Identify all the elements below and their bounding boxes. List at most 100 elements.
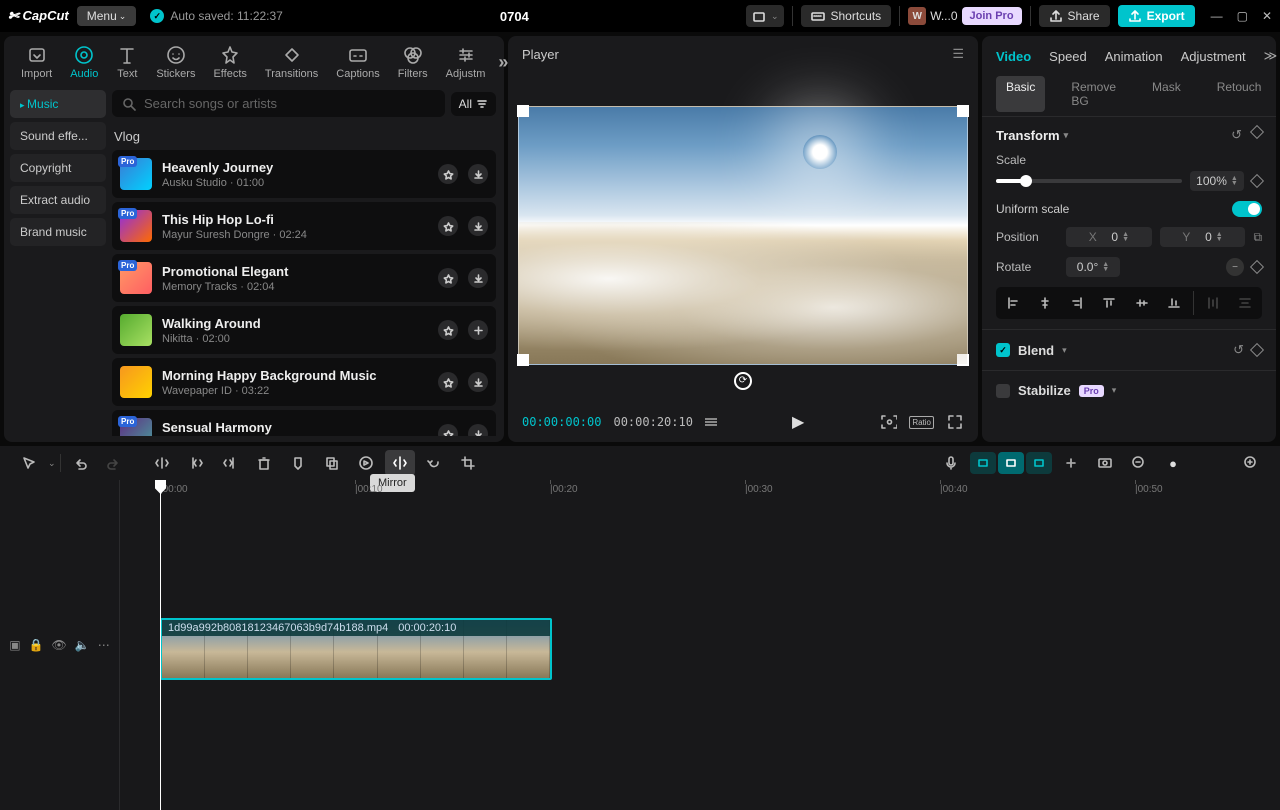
aspect-button[interactable]: ⌄ bbox=[746, 5, 785, 27]
filter-button[interactable]: All bbox=[451, 92, 496, 116]
player-menu-icon[interactable]: ☰ bbox=[952, 46, 964, 62]
tab-import[interactable]: Import bbox=[12, 42, 61, 82]
play-button[interactable]: ▶ bbox=[792, 412, 804, 432]
track-lock-icon[interactable]: 🔒 bbox=[29, 638, 44, 652]
delete-tool[interactable] bbox=[249, 450, 279, 476]
subtab-mask[interactable]: Mask bbox=[1142, 76, 1191, 112]
scale-slider[interactable] bbox=[996, 179, 1182, 183]
align-top[interactable] bbox=[1096, 291, 1122, 315]
project-title[interactable]: 0704 bbox=[291, 9, 738, 24]
track-mute-icon[interactable]: 🔈 bbox=[75, 638, 90, 652]
ratio-button[interactable]: Ratio bbox=[909, 416, 934, 429]
zoom-out-button[interactable] bbox=[1124, 450, 1154, 476]
time-ruler[interactable]: |00:00|00:10|00:20|00:30|00:40|00:50 bbox=[120, 480, 1280, 502]
scale-value-input[interactable]: 100%▲▼ bbox=[1190, 171, 1244, 191]
focus-icon[interactable] bbox=[879, 413, 897, 431]
align-right[interactable] bbox=[1064, 291, 1090, 315]
mirror-button[interactable]: − bbox=[1226, 258, 1244, 276]
mic-button[interactable] bbox=[936, 450, 966, 476]
favorite-button[interactable] bbox=[438, 268, 458, 288]
align-vcenter[interactable] bbox=[1129, 291, 1155, 315]
tab-adjustm[interactable]: Adjustm bbox=[437, 42, 495, 82]
keyframe-scale[interactable] bbox=[1250, 174, 1264, 188]
sidecat-extract[interactable]: Extract audio bbox=[10, 186, 106, 214]
sidecat-brand[interactable]: Brand music bbox=[10, 218, 106, 246]
undo-button[interactable] bbox=[65, 450, 95, 476]
fullscreen-icon[interactable] bbox=[946, 413, 964, 431]
uniform-scale-toggle[interactable] bbox=[1232, 201, 1262, 217]
track-more-icon[interactable]: ⋯ bbox=[98, 638, 110, 652]
keyframe-blend[interactable] bbox=[1250, 343, 1264, 357]
menu-button[interactable]: Menu ⌄ bbox=[77, 6, 137, 26]
duplicate-tool[interactable] bbox=[317, 450, 347, 476]
join-pro-badge[interactable]: Join Pro bbox=[962, 7, 1022, 25]
song-row[interactable]: Pro This Hip Hop Lo-fi Mayur Suresh Dong… bbox=[112, 202, 496, 250]
itab-speed[interactable]: Speed bbox=[1049, 49, 1087, 64]
magnet-1[interactable] bbox=[970, 452, 996, 474]
subtab-basic[interactable]: Basic bbox=[996, 76, 1045, 112]
download-button[interactable] bbox=[468, 164, 488, 184]
download-button[interactable] bbox=[468, 372, 488, 392]
song-row[interactable]: Walking Around Nikitta · 02:00 bbox=[112, 306, 496, 354]
align-hcenter[interactable] bbox=[1032, 291, 1058, 315]
tab-stickers[interactable]: Stickers bbox=[147, 42, 204, 82]
zoom-slider-knob[interactable]: ● bbox=[1158, 450, 1188, 476]
song-row[interactable]: Morning Happy Background Music Wavepaper… bbox=[112, 358, 496, 406]
align-left[interactable] bbox=[1000, 291, 1026, 315]
magnet-2[interactable] bbox=[998, 452, 1024, 474]
keyframe-rotate[interactable] bbox=[1250, 260, 1264, 274]
download-button[interactable] bbox=[468, 268, 488, 288]
align-bottom[interactable] bbox=[1161, 291, 1187, 315]
stabilize-section[interactable]: Stabilize Pro ▾ bbox=[982, 370, 1276, 410]
handle-bl[interactable] bbox=[517, 354, 529, 366]
handle-tl[interactable] bbox=[517, 105, 529, 117]
search-input[interactable]: Search songs or artists bbox=[112, 90, 445, 117]
stabilize-checkbox[interactable] bbox=[996, 384, 1010, 398]
sidecat-music[interactable]: Music bbox=[10, 90, 106, 118]
zoom-in-button[interactable] bbox=[1236, 450, 1266, 476]
download-button[interactable] bbox=[468, 424, 488, 436]
song-row[interactable]: Pro Heavenly Journey Ausku Studio · 01:0… bbox=[112, 150, 496, 198]
blend-section[interactable]: ✓ Blend ▾ ↺ bbox=[982, 329, 1276, 370]
timeline-body[interactable]: |00:00|00:10|00:20|00:30|00:40|00:50 1d9… bbox=[120, 480, 1280, 810]
select-tool[interactable] bbox=[14, 450, 44, 476]
preview-area[interactable]: ⟳ bbox=[518, 66, 968, 404]
favorite-button[interactable] bbox=[438, 320, 458, 340]
split-tool[interactable] bbox=[147, 450, 177, 476]
playhead[interactable] bbox=[160, 480, 161, 810]
download-button[interactable] bbox=[468, 216, 488, 236]
track-area[interactable]: 1d99a992b80818123467063b9d74b188.mp4 00:… bbox=[120, 502, 1280, 810]
reset-transform-icon[interactable]: ↺ bbox=[1231, 127, 1242, 143]
sidecat-copyright[interactable]: Copyright bbox=[10, 154, 106, 182]
song-row[interactable]: Pro Promotional Elegant Memory Tracks · … bbox=[112, 254, 496, 302]
user-cluster[interactable]: W W...0 Join Pro bbox=[908, 7, 1021, 25]
song-row[interactable]: Pro Sensual Harmony Ausku Studio · 01:00 bbox=[112, 410, 496, 436]
tabs-more-button[interactable]: » bbox=[494, 52, 512, 73]
export-button[interactable]: Export bbox=[1118, 5, 1195, 27]
screenshot-tool[interactable] bbox=[1090, 450, 1120, 476]
handle-tr[interactable] bbox=[957, 105, 969, 117]
favorite-button[interactable] bbox=[438, 372, 458, 392]
tab-audio[interactable]: Audio bbox=[61, 42, 107, 82]
tab-captions[interactable]: Captions bbox=[327, 42, 388, 82]
marker-tool[interactable] bbox=[283, 450, 313, 476]
maximize-button[interactable]: ▢ bbox=[1237, 9, 1248, 23]
rotate-tool[interactable] bbox=[419, 450, 449, 476]
itab-video[interactable]: Video bbox=[996, 49, 1031, 64]
mirror-tool[interactable] bbox=[385, 450, 415, 476]
link-xy-icon[interactable]: ⧉ bbox=[1253, 230, 1262, 245]
shortcuts-button[interactable]: Shortcuts bbox=[801, 5, 891, 27]
minimize-button[interactable]: — bbox=[1211, 9, 1223, 23]
reset-blend-icon[interactable]: ↺ bbox=[1233, 342, 1244, 358]
handle-br[interactable] bbox=[957, 354, 969, 366]
tab-text[interactable]: Text bbox=[107, 42, 147, 82]
position-y-input[interactable]: Y 0▲▼ bbox=[1160, 227, 1246, 247]
rotate-input[interactable]: 0.0°▲▼ bbox=[1066, 257, 1120, 277]
subtab-retouch[interactable]: Retouch bbox=[1207, 76, 1272, 112]
rotate-handle[interactable]: ⟳ bbox=[734, 372, 752, 390]
trim-left-tool[interactable] bbox=[181, 450, 211, 476]
crop-tool[interactable] bbox=[453, 450, 483, 476]
snap-tool[interactable] bbox=[1056, 450, 1086, 476]
favorite-button[interactable] bbox=[438, 164, 458, 184]
preview-frame[interactable]: ⟳ bbox=[518, 106, 968, 365]
